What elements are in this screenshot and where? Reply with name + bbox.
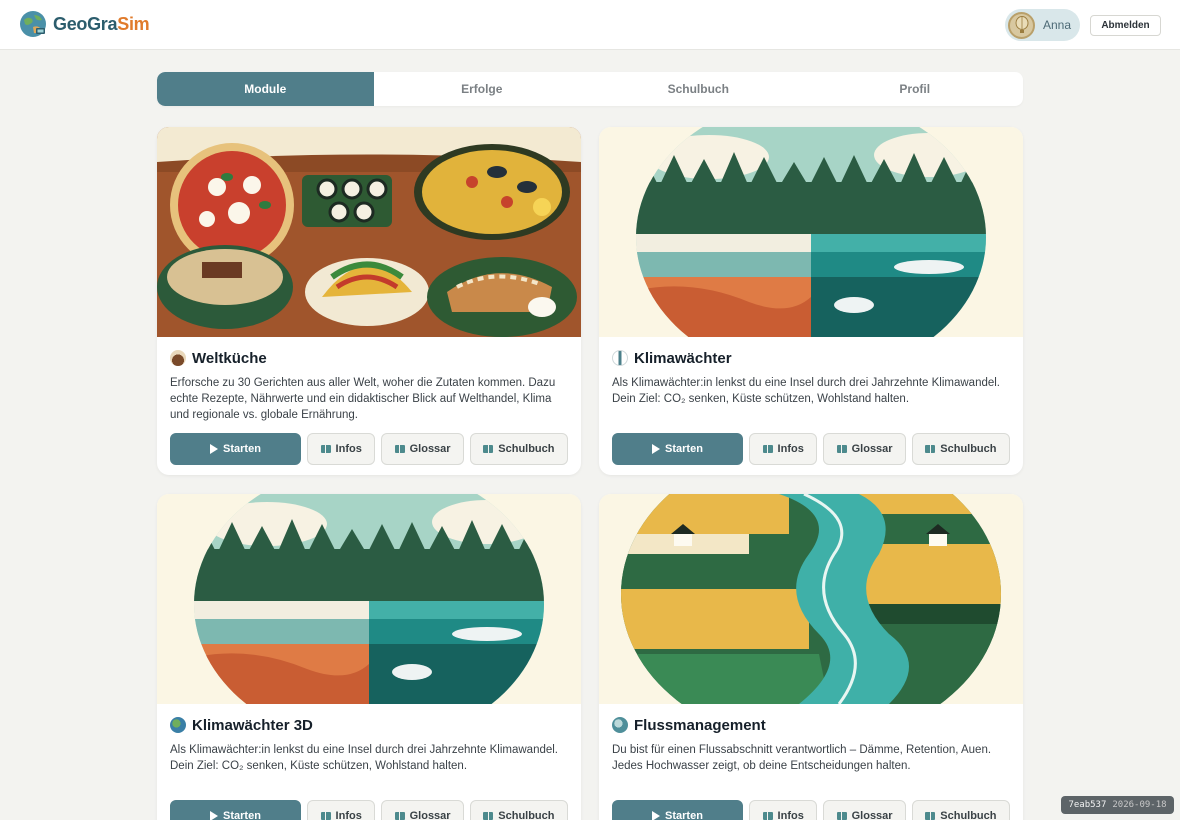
module-actions: Starten Infos Glossar Schulbuch (612, 800, 1010, 820)
island-climate-illustration (157, 494, 581, 704)
tab-module[interactable]: Module (157, 72, 374, 106)
glossar-button[interactable]: Glossar (823, 800, 906, 820)
info-button[interactable]: Infos (748, 433, 818, 465)
start-button[interactable]: Starten (170, 800, 301, 820)
book-icon (320, 445, 331, 453)
schulbuch-button[interactable]: Schulbuch (911, 433, 1010, 465)
module-title-text: Flussmanagement (634, 716, 766, 734)
module-card-klimawaechter-3d: Klimawächter 3D Als Klimawächter:in lenk… (157, 494, 581, 820)
globe-logo-icon (20, 11, 46, 37)
book-icon (394, 812, 405, 820)
info-button-label: Infos (335, 443, 362, 455)
info-button[interactable]: Infos (306, 800, 376, 820)
module-title: Weltküche (170, 349, 568, 367)
version-date: 2026-09-18 (1112, 800, 1167, 810)
glossar-button-label: Glossar (851, 443, 893, 455)
version-hash: 7eab537 (1068, 800, 1107, 810)
schulbuch-button-label: Schulbuch (498, 810, 555, 820)
module-title-text: Klimawächter (634, 349, 732, 367)
module-actions: Starten Infos Glossar Schulbuch (170, 800, 568, 820)
start-button-label: Starten (223, 443, 261, 455)
start-button-label: Starten (665, 810, 703, 820)
schulbuch-button[interactable]: Schulbuch (469, 800, 568, 820)
module-title-text: Klimawächter 3D (192, 716, 313, 734)
tab-schulbuch[interactable]: Schulbuch (590, 72, 807, 106)
app-name-part-sim: Sim (117, 13, 150, 34)
module-description: Du bist für einen Flussabschnitt verantw… (612, 744, 992, 772)
globe-icon (170, 717, 186, 733)
info-button-label: Infos (335, 810, 362, 820)
version-badge: 7eab537 2026-09-18 (1061, 796, 1174, 814)
book-icon (762, 812, 773, 820)
book-icon (762, 445, 773, 453)
module-description: Erforsche zu 30 Gerichten aus aller Welt… (170, 377, 556, 421)
app-name-part-gra: Gra (87, 13, 118, 34)
module-card-weltkueche: Weltküche Erforsche zu 30 Gerichten aus … (157, 127, 581, 475)
book-icon (320, 812, 331, 820)
module-description: Als Klimawächter:in lenkst du eine Insel… (170, 744, 559, 772)
glossar-button[interactable]: Glossar (381, 433, 464, 465)
info-button-label: Infos (777, 810, 804, 820)
play-icon (652, 444, 661, 454)
schulbuch-button[interactable]: Schulbuch (911, 800, 1010, 820)
play-icon (210, 811, 219, 820)
glossar-button[interactable]: Glossar (823, 433, 906, 465)
book-icon (836, 445, 847, 453)
top-bar: GeoGraSim Anna Abmelden (0, 0, 1180, 50)
glossar-button[interactable]: Glossar (381, 800, 464, 820)
play-icon (652, 811, 661, 820)
module-title: Klimawächter 3D (170, 716, 568, 734)
schulbuch-button[interactable]: Schulbuch (469, 433, 568, 465)
hot-air-balloon-icon (1015, 16, 1028, 33)
module-card-klimawaechter: Klimawächter Als Klimawächter:in lenkst … (599, 127, 1023, 475)
user-name: Anna (1043, 18, 1072, 32)
user-menu[interactable]: Anna (1005, 9, 1080, 41)
island-climate-illustration (599, 127, 1023, 337)
info-button[interactable]: Infos (306, 433, 376, 465)
info-button[interactable]: Infos (748, 800, 818, 820)
start-button-label: Starten (665, 443, 703, 455)
module-actions: Starten Infos Glossar Schulbuch (612, 433, 1010, 465)
glossar-button-label: Glossar (409, 810, 451, 820)
app-name: GeoGraSim (53, 13, 150, 35)
module-card-flussmanagement: Flussmanagement Du bist für einen Flussa… (599, 494, 1023, 820)
tab-erfolge[interactable]: Erfolge (374, 72, 591, 106)
module-description: Als Klimawächter:in lenkst du eine Insel… (612, 377, 1001, 405)
book-icon (925, 812, 936, 820)
food-bowl-icon (170, 350, 186, 366)
book-icon (483, 812, 494, 820)
schulbuch-button-label: Schulbuch (940, 810, 997, 820)
module-title: Flussmanagement (612, 716, 1010, 734)
book-icon (394, 445, 405, 453)
start-button[interactable]: Starten (170, 433, 301, 465)
book-icon (483, 445, 494, 453)
book-icon (925, 445, 936, 453)
world-dishes-illustration (157, 127, 581, 337)
tab-profil[interactable]: Profil (807, 72, 1024, 106)
module-title: Klimawächter (612, 349, 1010, 367)
avatar (1008, 11, 1035, 39)
main-tabs: Module Erfolge Schulbuch Profil (157, 72, 1023, 106)
start-button-label: Starten (223, 810, 261, 820)
glossar-button-label: Glossar (409, 443, 451, 455)
module-actions: Starten Infos Glossar Schulbuch (170, 433, 568, 465)
start-button[interactable]: Starten (612, 433, 743, 465)
module-title-text: Weltküche (192, 349, 267, 367)
logout-button[interactable]: Abmelden (1090, 15, 1161, 36)
info-button-label: Infos (777, 443, 804, 455)
app-logo[interactable]: GeoGraSim (18, 9, 150, 39)
schulbuch-button-label: Schulbuch (498, 443, 555, 455)
app-name-part-geo: Geo (53, 13, 88, 34)
book-icon (836, 812, 847, 820)
river-landscape-illustration (599, 494, 1023, 704)
glossar-button-label: Glossar (851, 810, 893, 820)
start-button[interactable]: Starten (612, 800, 743, 820)
schulbuch-button-label: Schulbuch (940, 443, 997, 455)
play-icon (210, 444, 219, 454)
globe-water-icon (612, 717, 628, 733)
thermometer-icon (612, 350, 628, 366)
